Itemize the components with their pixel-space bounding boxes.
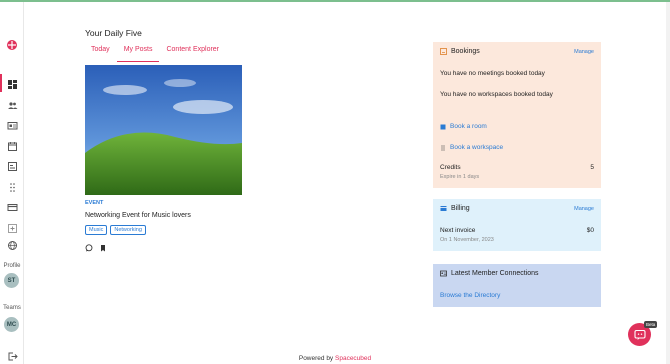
post-image[interactable]: [85, 65, 242, 195]
team-avatar[interactable]: MC: [4, 317, 19, 332]
book-room-link[interactable]: Book a room: [440, 123, 487, 130]
next-invoice-label: Next invoice: [440, 227, 476, 234]
footer: Powered by Spacecubed: [0, 355, 670, 362]
booking-icon[interactable]: [7, 159, 18, 171]
book-room-label: Book a room: [450, 123, 487, 130]
teams-label: Teams: [3, 305, 21, 311]
app-logo[interactable]: [6, 38, 18, 50]
brand-link[interactable]: Spacecubed: [335, 355, 371, 362]
members-header: Latest Member Connections: [440, 270, 539, 277]
room-icon: [440, 124, 446, 129]
people-icon[interactable]: [7, 98, 18, 109]
members-title: Latest Member Connections: [451, 270, 539, 277]
billing-header: Billing: [440, 205, 470, 212]
tab-my-posts[interactable]: My Posts: [116, 44, 160, 62]
book-workspace-link[interactable]: Book a workspace: [440, 144, 503, 151]
post-tabs: Today My Posts Content Explorer: [85, 44, 226, 62]
active-nav-indicator: [0, 74, 2, 92]
next-invoice-date: On 1 November, 2023: [440, 237, 494, 243]
billing-card: Billing Manage Next invoice $0 On 1 Nove…: [433, 199, 601, 251]
bookings-manage-link[interactable]: Manage: [574, 49, 594, 55]
no-workspaces-text: You have no workspaces booked today: [440, 91, 553, 98]
workspace-icon: [441, 144, 445, 151]
card-icon[interactable]: [7, 200, 18, 211]
dashboard-icon[interactable]: [7, 77, 18, 89]
book-workspace-label: Book a workspace: [450, 144, 504, 151]
add-box-icon[interactable]: [7, 221, 18, 233]
calendar-icon[interactable]: [7, 139, 18, 151]
chat-icon: [633, 329, 646, 340]
credits-value: 5: [590, 164, 594, 171]
no-meetings-text: You have no meetings booked today: [440, 70, 545, 77]
post-type-label: EVENT: [85, 200, 104, 206]
profile-label: Profile: [3, 263, 21, 269]
post-title[interactable]: Networking Event for Music lovers: [85, 212, 191, 219]
bookings-icon: [440, 48, 447, 55]
credits-expiry: Expire in 1 days: [440, 174, 480, 180]
powered-by-text: Powered by: [298, 355, 334, 362]
billing-icon: [440, 206, 447, 211]
browse-directory-link[interactable]: Browse the Directory: [440, 292, 500, 299]
tag-networking[interactable]: Networking: [110, 225, 146, 235]
comment-icon[interactable]: [85, 239, 93, 252]
next-invoice-amount: $0: [586, 227, 594, 234]
browse-directory-label: Browse the Directory: [440, 292, 501, 299]
scrollbar[interactable]: [666, 2, 670, 364]
grid-dots-icon[interactable]: [7, 180, 18, 192]
sidebar: Profile ST Teams MC: [0, 2, 24, 364]
id-card-icon[interactable]: [7, 118, 18, 130]
tag-music[interactable]: Music: [85, 225, 108, 235]
top-border: [0, 0, 670, 2]
tab-today[interactable]: Today: [85, 44, 117, 62]
billing-manage-link[interactable]: Manage: [574, 206, 594, 212]
post-tags: Music Networking: [85, 225, 146, 235]
beta-badge: Beta: [644, 321, 658, 328]
bookings-header: Bookings: [440, 48, 480, 55]
tab-content-explorer[interactable]: Content Explorer: [159, 44, 226, 62]
credits-label: Credits: [440, 164, 461, 171]
member-connections-card: Latest Member Connections Browse the Dir…: [433, 264, 601, 307]
bookings-title: Bookings: [451, 48, 480, 55]
billing-title: Billing: [451, 205, 470, 212]
page-title: Your Daily Five: [85, 28, 142, 38]
contacts-icon: [440, 270, 447, 277]
bookmark-icon[interactable]: [99, 239, 107, 252]
profile-avatar[interactable]: ST: [4, 273, 19, 288]
bookings-card: Bookings Manage You have no meetings boo…: [433, 42, 601, 188]
globe-icon[interactable]: [7, 238, 18, 250]
